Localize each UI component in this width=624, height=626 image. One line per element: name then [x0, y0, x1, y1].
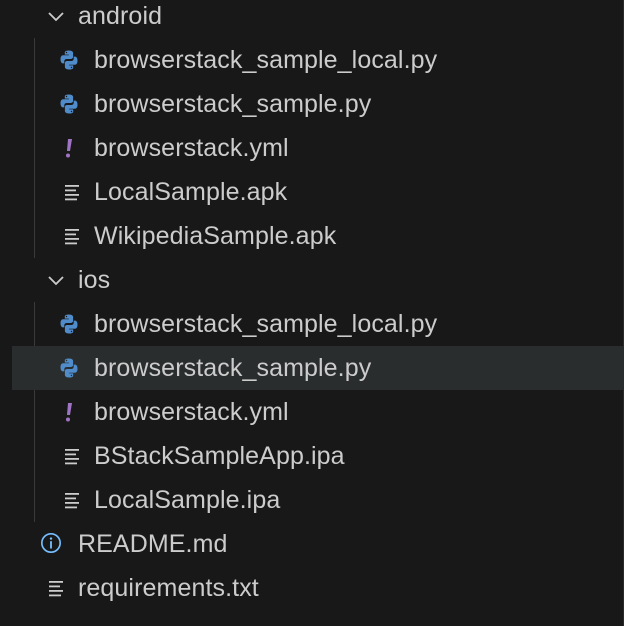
tree-item-file[interactable]: requirements.txt — [0, 566, 616, 610]
file-label: browserstack_sample_local.py — [94, 309, 438, 338]
file-lines-icon — [46, 577, 68, 599]
tree-item-file[interactable]: browserstack.yml — [0, 390, 616, 434]
info-icon — [40, 532, 62, 554]
folder-label: ios — [78, 265, 111, 294]
file-lines-icon — [62, 181, 84, 203]
python-icon — [58, 93, 80, 115]
file-lines-icon — [62, 225, 84, 247]
file-label: browserstack.yml — [94, 397, 289, 426]
file-label: BStackSampleApp.ipa — [94, 441, 345, 470]
tree-item-file[interactable]: LocalSample.apk — [0, 170, 616, 214]
tree-item-file[interactable]: WikipediaSample.apk — [0, 214, 616, 258]
python-icon — [58, 357, 80, 379]
file-lines-icon — [62, 445, 84, 467]
file-label: browserstack_sample.py — [94, 353, 372, 382]
file-label: WikipediaSample.apk — [94, 221, 337, 250]
file-lines-icon — [62, 489, 84, 511]
file-label: browserstack_sample.py — [94, 89, 372, 118]
folder-label: android — [78, 1, 163, 30]
file-explorer-tree: android browserstack_sample_local.py bro… — [0, 0, 624, 626]
file-label: LocalSample.apk — [94, 177, 288, 206]
file-label: browserstack.yml — [94, 133, 289, 162]
chevron-down-icon[interactable] — [46, 270, 66, 290]
tree-folder-ios[interactable]: ios — [0, 258, 616, 302]
python-icon — [58, 49, 80, 71]
tree-folder-android[interactable]: android — [0, 0, 616, 38]
yaml-exclamation-icon — [58, 137, 80, 159]
yaml-exclamation-icon — [58, 401, 80, 423]
tree-item-file[interactable]: browserstack_sample_local.py — [0, 38, 616, 82]
tree-item-file[interactable]: BStackSampleApp.ipa — [0, 434, 616, 478]
tree-item-file[interactable]: README.md — [0, 522, 616, 566]
file-label: requirements.txt — [78, 573, 259, 602]
file-label: browserstack_sample_local.py — [94, 45, 438, 74]
chevron-down-icon[interactable] — [46, 6, 66, 26]
tree-item-file[interactable]: browserstack.yml — [0, 126, 616, 170]
python-icon — [58, 313, 80, 335]
file-label: README.md — [78, 529, 228, 558]
tree-item-file-selected[interactable]: browserstack_sample.py — [12, 346, 624, 390]
file-label: LocalSample.ipa — [94, 485, 281, 514]
tree-item-file[interactable]: LocalSample.ipa — [0, 478, 616, 522]
tree-item-file[interactable]: browserstack_sample_local.py — [0, 302, 616, 346]
tree-item-file[interactable]: browserstack_sample.py — [0, 82, 616, 126]
